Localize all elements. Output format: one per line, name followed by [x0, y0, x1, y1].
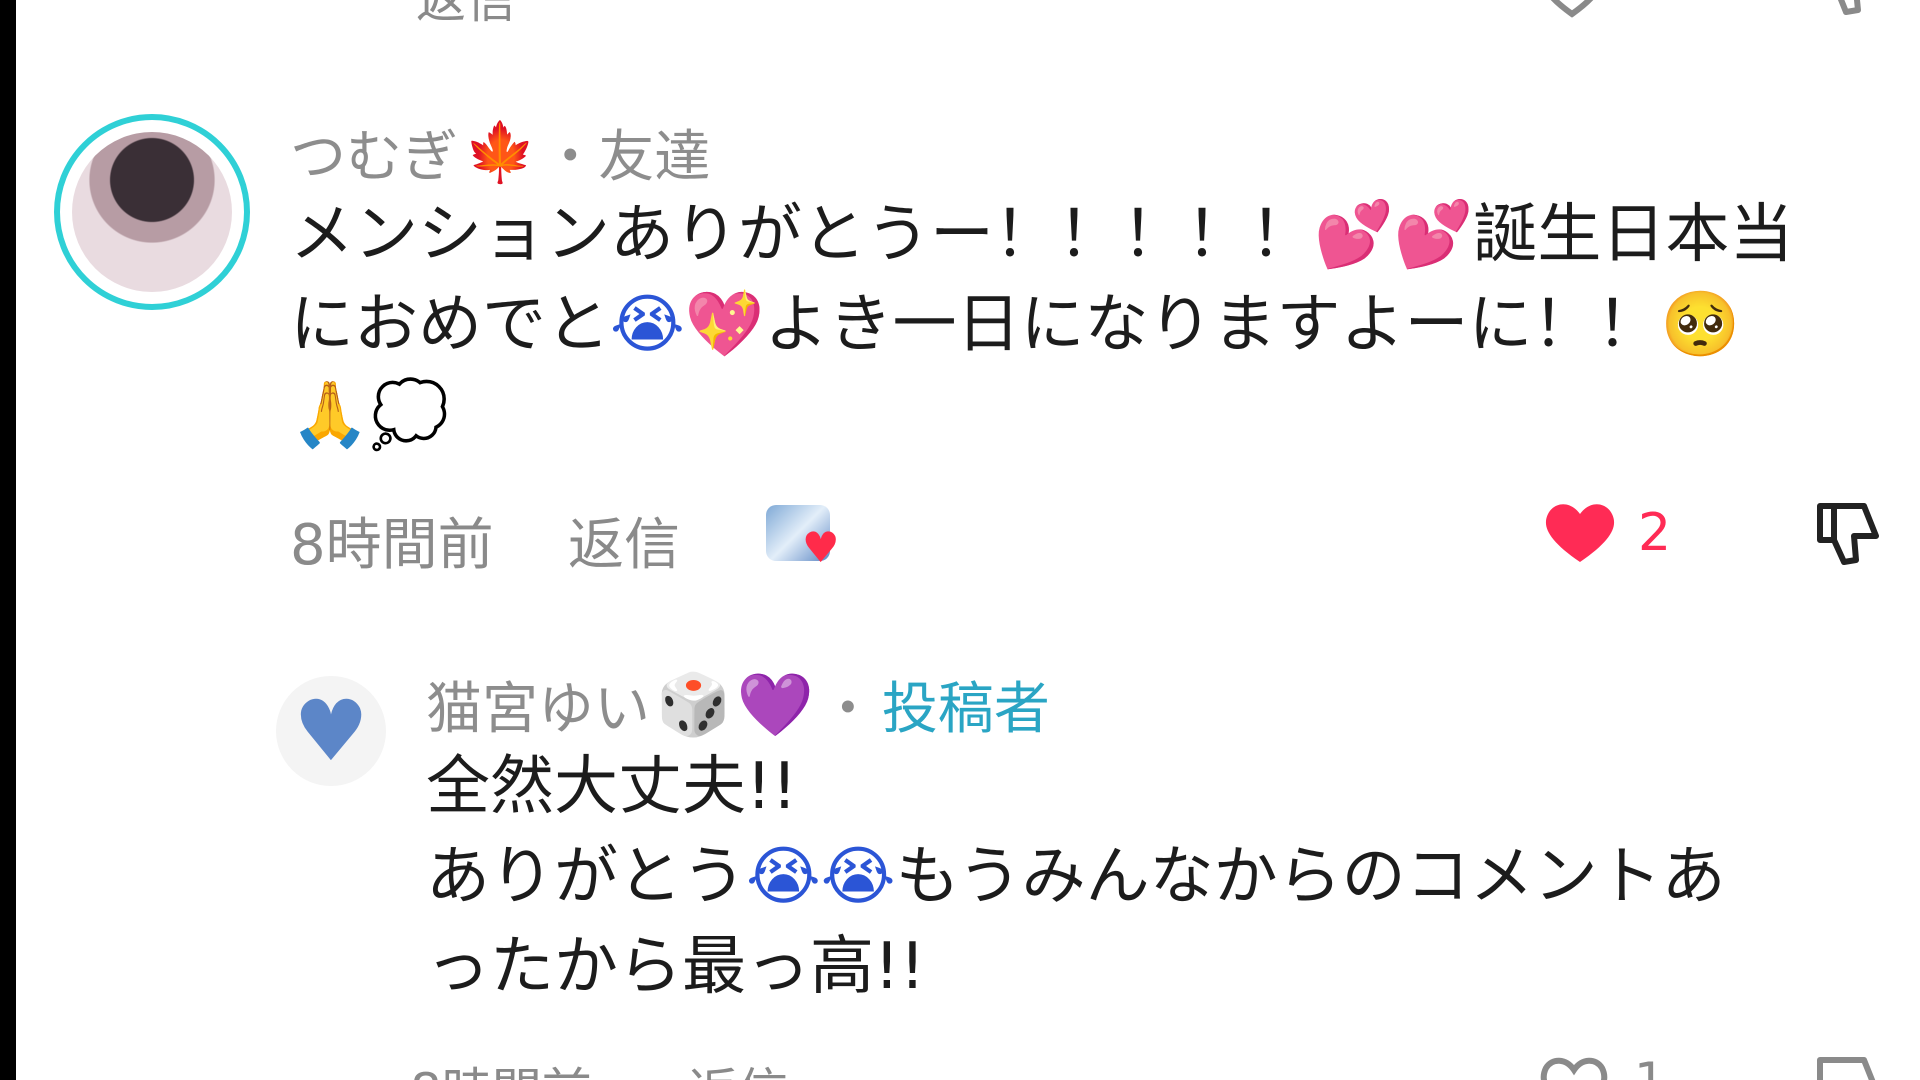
comment-text-part: 誕生日本当	[1473, 198, 1794, 272]
heart-filled-icon	[1545, 504, 1615, 562]
reply-text-part: 全然大丈夫!!	[426, 750, 798, 824]
creator-liked-badge: ♥	[766, 505, 850, 573]
comment-text-part: メンションありがとうー！！！！！	[290, 198, 1314, 272]
previous-comment-actions: 返信	[16, 0, 1920, 29]
reply-button[interactable]: 返信	[688, 1052, 788, 1080]
reply-text-part: ったから最っ高!!	[426, 930, 926, 1004]
purple-heart-icon: 💜	[736, 667, 814, 741]
maple-leaf-icon: 🍁	[464, 118, 537, 186]
like-button[interactable]: 2	[1540, 500, 1671, 566]
comment-text-part: よき一日になりますよーに！！	[764, 288, 1661, 362]
comment-text: メンションありがとうー！！！！！💕💕誕生日本当 におめでと😭💖よき一日になります…	[290, 190, 1860, 460]
dislike-icon[interactable]	[1812, 500, 1884, 568]
reply-author-avatar[interactable]: ♥	[276, 676, 386, 786]
like-count: 2	[1638, 503, 1672, 563]
comment-text-part: におめでと	[290, 288, 610, 362]
dislike-icon[interactable]	[1812, 1054, 1884, 1080]
reply-timestamp: 8時間前	[410, 1052, 592, 1080]
reply-text-part: もうみんなからのコメントあ	[895, 840, 1726, 914]
relation-label: ・友達	[542, 125, 711, 190]
like-outline-icon[interactable]	[1536, 1056, 1612, 1080]
creator-label: 投稿者	[881, 677, 1050, 742]
reply-author-line: 猫宮ゆい 🎲 💜 ・ 投稿者	[426, 664, 1050, 745]
comment-timestamp: 8時間前	[290, 513, 494, 578]
pleading-face-icon: 🥺	[1660, 288, 1741, 362]
author-name[interactable]: 猫宮ゆい	[426, 664, 650, 745]
pray-and-thought-icon: 🙏💭	[290, 378, 450, 452]
like-outline-icon[interactable]	[1536, 0, 1608, 18]
crying-face-icon: 😭😭	[746, 840, 896, 914]
comments-panel: 返信 つむぎ 🍁 ・友達 メンションありがとうー！！！！！💕💕誕生日本当 におめ…	[16, 0, 1920, 1080]
previous-comment-reply-fragment[interactable]: 返信	[416, 0, 516, 32]
heart-photo-icon: ♥	[293, 682, 369, 780]
avatar-image	[72, 132, 232, 292]
like-count: 1	[1634, 1052, 1666, 1080]
two-hearts-icon: 💕💕	[1314, 198, 1474, 272]
heart-icon: ♥	[802, 523, 840, 572]
comment-author-line: つむぎ 🍁 ・友達	[290, 112, 710, 193]
avatar[interactable]	[54, 114, 250, 310]
reply-button[interactable]: 返信	[568, 500, 680, 581]
crying-face-icon: 😭	[610, 288, 685, 362]
dice-icon: 🎲	[656, 670, 731, 740]
separator: ・	[819, 677, 876, 742]
sparkling-heart-icon: 💖	[684, 288, 765, 362]
reply-actions: 8時間前 返信 1	[16, 1052, 1920, 1080]
dislike-icon[interactable]	[1816, 0, 1886, 16]
reply-text-part: ありがとう	[426, 840, 746, 914]
reply-text: 全然大丈夫!! ありがとう😭😭もうみんなからのコメントあ ったから最っ高!!	[426, 742, 1866, 1012]
author-name[interactable]: つむぎ	[290, 112, 458, 193]
